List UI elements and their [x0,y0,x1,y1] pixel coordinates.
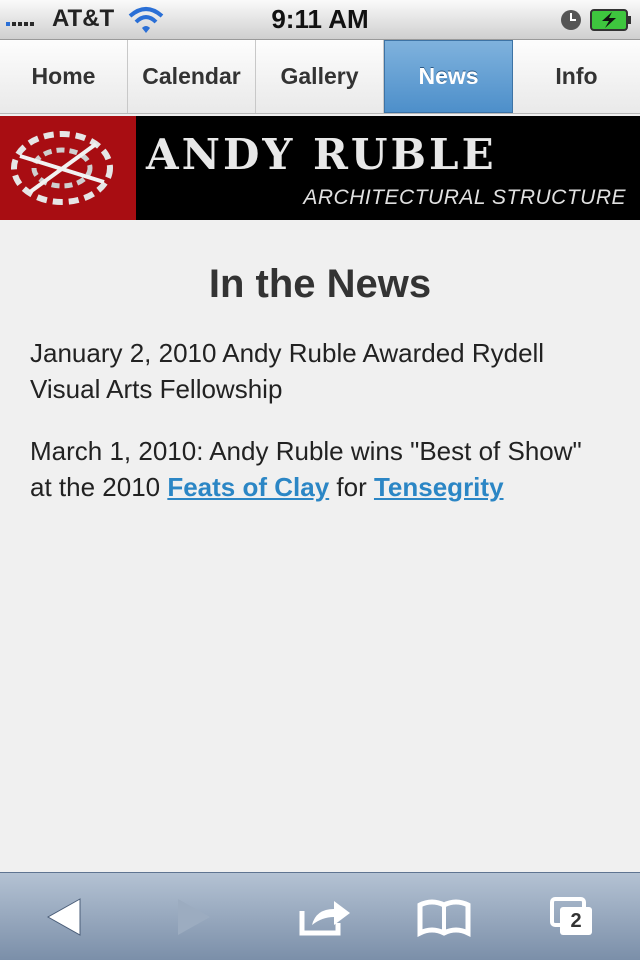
tab-home[interactable]: Home [0,40,128,113]
feats-of-clay-link[interactable]: Feats of Clay [167,472,329,502]
news-item-text: for [329,472,374,502]
status-time: 9:11 AM [271,4,369,34]
battery-icon [590,9,631,31]
banner-title: ANDY RUBLE [146,130,497,179]
forward-icon[interactable] [162,893,222,941]
status-bar: AT&T 9:11 AM [0,0,640,40]
news-item: January 2, 2010 Andy Ruble Awarded Rydel… [30,338,545,404]
tab-gallery[interactable]: Gallery [256,40,384,113]
sculpture-logo-icon [11,131,113,205]
news-content: In the News January 2, 2010 Andy Ruble A… [30,262,610,531]
tabs-count: 2 [570,909,582,932]
tabs-button[interactable]: 2 [546,893,606,941]
alarm-clock-icon [561,10,581,30]
tab-calendar[interactable]: Calendar [128,40,256,113]
tab-info[interactable]: Info [513,40,640,113]
tab-news[interactable]: News [384,40,513,113]
bookmarks-icon[interactable] [414,893,474,941]
tensegrity-link[interactable]: Tensegrity [374,472,504,502]
page-title: In the News [208,262,432,306]
banner-logo-panel [0,116,136,220]
site-banner: ANDY RUBLE ARCHITECTURAL STRUCTURE [0,116,640,220]
back-icon[interactable] [36,893,96,941]
news-item: March 1, 2010: Andy Ruble wins "Best of … [30,433,610,505]
top-nav: Home Calendar Gallery News Info [0,40,640,114]
browser-toolbar: 2 [0,872,640,960]
share-icon[interactable] [294,893,354,941]
banner-subtitle: ARCHITECTURAL STRUCTURE [303,186,626,209]
